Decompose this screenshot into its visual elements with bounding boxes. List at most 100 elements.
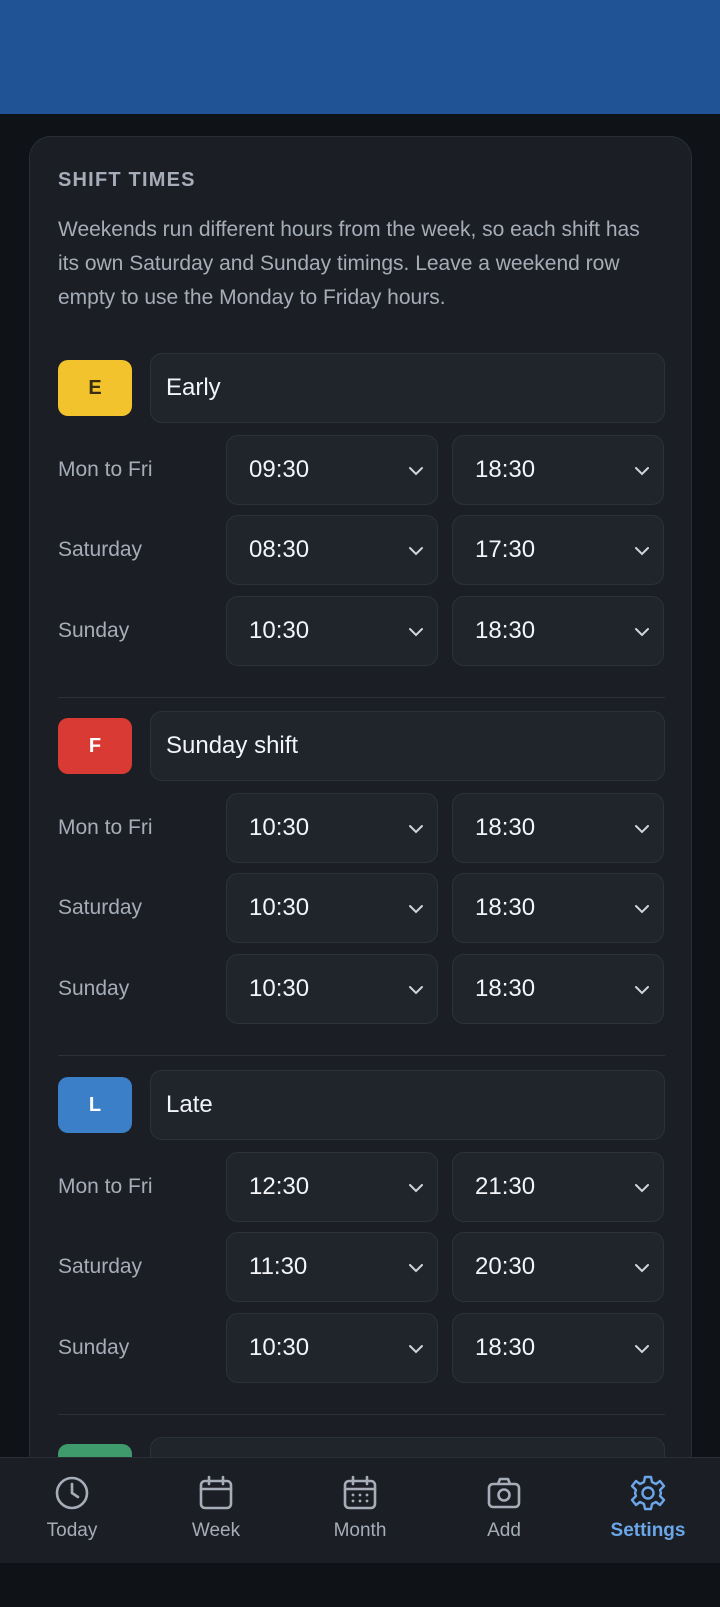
end-time-value: 18:30 xyxy=(475,894,536,921)
chevron-down-icon xyxy=(635,1264,649,1273)
start-time-select[interactable]: 10:30 xyxy=(226,954,438,1024)
shift-row-sunday: Sunday 10:30 18:30 xyxy=(58,596,665,666)
shift-name-input[interactable]: Sunday shift xyxy=(150,711,665,781)
shift-row-weekday: Mon to Fri 09:30 18:30 xyxy=(58,435,665,505)
nav-today[interactable]: Today xyxy=(0,1458,144,1564)
shift-row-saturday: Saturday 08:30 17:30 xyxy=(58,515,665,585)
end-time-select[interactable]: 17:30 xyxy=(452,515,664,585)
end-time-select[interactable]: 20:30 xyxy=(452,1232,664,1302)
shift-badge[interactable]: L xyxy=(58,1077,132,1133)
app-bar xyxy=(0,0,720,114)
shift-row-sunday: Sunday 10:30 18:30 xyxy=(58,954,665,1024)
row-label: Saturday xyxy=(58,1255,143,1278)
section-description: Weekends run different hours from the we… xyxy=(58,218,640,309)
row-label: Sunday xyxy=(58,619,130,642)
end-time-select[interactable]: 18:30 xyxy=(452,1313,664,1383)
nav-add[interactable]: Add xyxy=(432,1458,576,1564)
chevron-down-icon xyxy=(635,1345,649,1354)
nav-label: Today xyxy=(46,1520,98,1541)
start-time-select[interactable]: 11:30 xyxy=(226,1232,438,1302)
start-time-value: 11:30 xyxy=(249,1253,308,1280)
row-label: Sunday xyxy=(58,1336,130,1359)
start-time-value: 10:30 xyxy=(249,617,310,644)
end-time-select[interactable]: 18:30 xyxy=(452,596,664,666)
system-gesture-area xyxy=(0,1563,720,1607)
shift-row-weekday: Mon to Fri 10:30 18:30 xyxy=(58,793,665,863)
chevron-down-icon xyxy=(409,1345,423,1354)
nav-label: Settings xyxy=(610,1520,686,1541)
end-time-value: 18:30 xyxy=(475,1334,536,1361)
shift-row-weekday: Mon to Fri 12:30 21:30 xyxy=(58,1152,665,1222)
start-time-select[interactable]: 12:30 xyxy=(226,1152,438,1222)
row-label: Mon to Fri xyxy=(58,458,153,481)
camera-icon xyxy=(487,1477,521,1509)
shift-name-input[interactable]: Late xyxy=(150,1070,665,1140)
chevron-down-icon xyxy=(635,825,649,834)
chevron-down-icon xyxy=(409,1264,423,1273)
chevron-down-icon xyxy=(635,1184,649,1193)
start-time-value: 10:30 xyxy=(249,894,310,921)
end-time-select[interactable]: 18:30 xyxy=(452,954,664,1024)
row-label: Mon to Fri xyxy=(58,816,153,839)
end-time-value: 18:30 xyxy=(475,617,536,644)
start-time-value: 10:30 xyxy=(249,975,310,1002)
end-time-value: 18:30 xyxy=(475,456,536,483)
chevron-down-icon xyxy=(409,825,423,834)
nav-settings[interactable]: Settings xyxy=(576,1458,720,1564)
start-time-value: 09:30 xyxy=(249,456,310,483)
chevron-down-icon xyxy=(409,547,423,556)
nav-label: Add xyxy=(487,1520,521,1541)
bottom-navigation: Today Week Month Add Settings xyxy=(0,1457,720,1563)
nav-label: Month xyxy=(333,1520,387,1541)
start-time-value: 10:30 xyxy=(249,1334,310,1361)
chevron-down-icon xyxy=(409,628,423,637)
start-time-select[interactable]: 09:30 xyxy=(226,435,438,505)
calendar-month-icon xyxy=(343,1475,377,1510)
shift-divider xyxy=(58,1414,665,1415)
nav-month[interactable]: Month xyxy=(288,1458,432,1564)
shift-badge[interactable]: E xyxy=(58,360,132,416)
shift-row-saturday: Saturday 11:30 20:30 xyxy=(58,1232,665,1302)
start-time-select[interactable]: 08:30 xyxy=(226,515,438,585)
start-time-select[interactable]: 10:30 xyxy=(226,1313,438,1383)
chevron-down-icon xyxy=(635,628,649,637)
chevron-down-icon xyxy=(635,467,649,476)
end-time-value: 21:30 xyxy=(475,1173,536,1200)
clock-icon xyxy=(55,1476,89,1510)
shift-name-input[interactable]: Early xyxy=(150,353,665,423)
row-label: Sunday xyxy=(58,977,130,1000)
row-label: Mon to Fri xyxy=(58,1175,153,1198)
chevron-down-icon xyxy=(409,1184,423,1193)
nav-label: Week xyxy=(191,1520,241,1541)
start-time-select[interactable]: 10:30 xyxy=(226,873,438,943)
end-time-select[interactable]: 21:30 xyxy=(452,1152,664,1222)
start-time-select[interactable]: 10:30 xyxy=(226,793,438,863)
chevron-down-icon xyxy=(635,986,649,995)
shift-row-sunday: Sunday 10:30 18:30 xyxy=(58,1313,665,1383)
chevron-down-icon xyxy=(409,986,423,995)
start-time-value: 08:30 xyxy=(249,536,310,563)
shift-divider xyxy=(58,1055,665,1056)
nav-week[interactable]: Week xyxy=(144,1458,288,1564)
end-time-select[interactable]: 18:30 xyxy=(452,793,664,863)
start-time-value: 12:30 xyxy=(249,1173,310,1200)
row-label: Saturday xyxy=(58,896,143,919)
chevron-down-icon xyxy=(409,467,423,476)
end-time-value: 18:30 xyxy=(475,975,536,1002)
chevron-down-icon xyxy=(409,905,423,914)
shift-row-saturday: Saturday 10:30 18:30 xyxy=(58,873,665,943)
gear-icon xyxy=(630,1475,666,1511)
end-time-value: 17:30 xyxy=(475,536,536,563)
shift-times-card: SHIFT TIMES Weekends run different hours… xyxy=(29,136,692,1476)
chevron-down-icon xyxy=(635,547,649,556)
shift-badge[interactable]: F xyxy=(58,718,132,774)
end-time-value: 20:30 xyxy=(475,1253,536,1280)
end-time-value: 18:30 xyxy=(475,814,536,841)
section-title: SHIFT TIMES xyxy=(58,169,196,191)
end-time-select[interactable]: 18:30 xyxy=(452,435,664,505)
end-time-select[interactable]: 18:30 xyxy=(452,873,664,943)
start-time-value: 10:30 xyxy=(249,814,310,841)
calendar-week-icon xyxy=(199,1475,233,1510)
shift-divider xyxy=(58,697,665,698)
start-time-select[interactable]: 10:30 xyxy=(226,596,438,666)
